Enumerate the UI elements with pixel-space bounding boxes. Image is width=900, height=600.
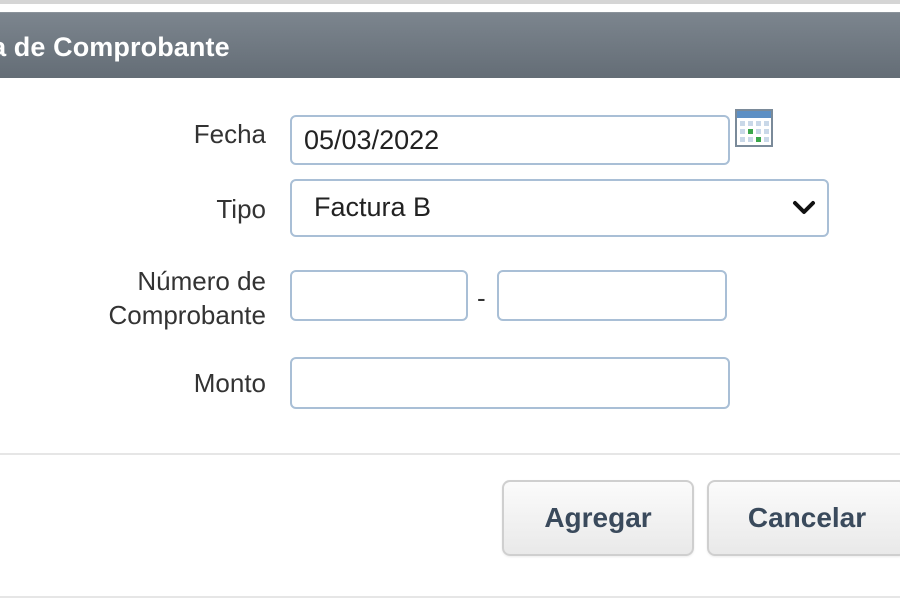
footer-divider xyxy=(0,453,900,455)
top-border xyxy=(0,0,900,4)
numero-comprobante-label: Número de Comprobante xyxy=(108,264,266,332)
numero-label-line1: Número de xyxy=(137,266,266,296)
fecha-input[interactable] xyxy=(290,115,730,165)
comprobante-dialog: ta de Comprobante Fecha Tipo Factura B xyxy=(0,0,900,600)
chevron-down-icon xyxy=(793,201,815,214)
calendar-icon[interactable] xyxy=(735,109,773,147)
dialog-title: ta de Comprobante xyxy=(0,32,230,62)
numero-label-line2: Comprobante xyxy=(108,300,266,330)
cancelar-button[interactable]: Cancelar xyxy=(707,480,900,556)
fecha-label: Fecha xyxy=(193,119,266,149)
numero-prefix-input[interactable] xyxy=(290,270,468,321)
agregar-button[interactable]: Agregar xyxy=(502,480,694,556)
dialog-title-bar[interactable]: ta de Comprobante xyxy=(0,12,900,78)
tipo-selected-value: Factura B xyxy=(314,192,432,222)
numero-input[interactable] xyxy=(497,270,727,321)
monto-label: Monto xyxy=(193,368,266,398)
bottom-border xyxy=(0,596,900,598)
monto-input[interactable] xyxy=(290,357,730,409)
tipo-select[interactable]: Factura B xyxy=(290,179,829,237)
numero-separator: - xyxy=(477,283,486,313)
tipo-label: Tipo xyxy=(216,194,266,224)
